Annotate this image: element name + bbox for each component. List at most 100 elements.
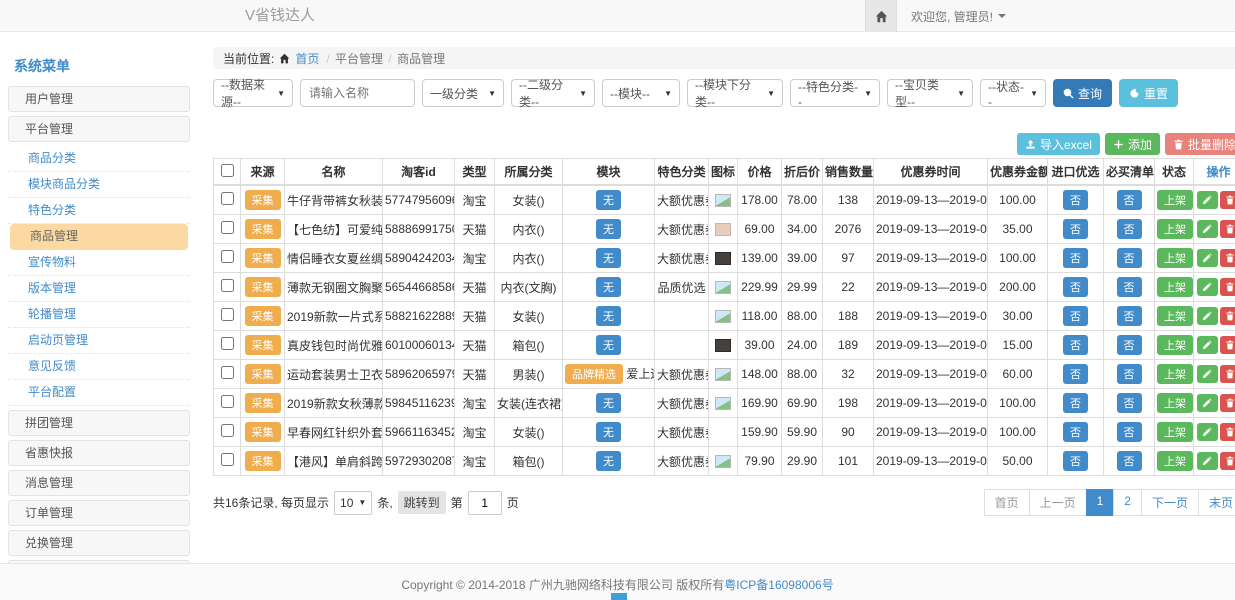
delete-button[interactable]: [1220, 423, 1235, 441]
status-toggle[interactable]: 上架: [1157, 364, 1193, 384]
must-buy-toggle[interactable]: 否: [1117, 422, 1142, 442]
row-checkbox[interactable]: [221, 424, 234, 437]
page-button[interactable]: 末页: [1198, 489, 1235, 516]
must-buy-toggle[interactable]: 否: [1117, 219, 1142, 239]
must-buy-toggle[interactable]: 否: [1117, 364, 1142, 384]
imported-toggle[interactable]: 否: [1063, 306, 1088, 326]
row-checkbox[interactable]: [221, 250, 234, 263]
delete-button[interactable]: [1220, 365, 1235, 383]
edit-button[interactable]: [1197, 220, 1218, 238]
edit-button[interactable]: [1197, 191, 1218, 209]
edit-button[interactable]: [1197, 423, 1218, 441]
page-number-input[interactable]: [468, 491, 502, 515]
row-checkbox[interactable]: [221, 453, 234, 466]
must-buy-toggle[interactable]: 否: [1117, 277, 1142, 297]
module-badge[interactable]: 无: [596, 451, 621, 471]
module-badge[interactable]: 品牌精选: [565, 364, 623, 384]
imported-toggle[interactable]: 否: [1063, 335, 1088, 355]
source-badge[interactable]: 采集: [245, 306, 281, 326]
must-buy-toggle[interactable]: 否: [1117, 451, 1142, 471]
module-badge[interactable]: 无: [596, 190, 621, 210]
sidebar-group[interactable]: 拼团管理: [8, 410, 190, 436]
source-badge[interactable]: 采集: [245, 393, 281, 413]
breadcrumb-home-link[interactable]: 首页: [295, 50, 319, 67]
must-buy-toggle[interactable]: 否: [1117, 190, 1142, 210]
status-toggle[interactable]: 上架: [1157, 335, 1193, 355]
imported-toggle[interactable]: 否: [1063, 248, 1088, 268]
imported-toggle[interactable]: 否: [1063, 219, 1088, 239]
delete-button[interactable]: [1220, 394, 1235, 412]
sidebar-item[interactable]: 商品分类: [8, 146, 190, 172]
page-button[interactable]: 上一页: [1029, 489, 1087, 516]
module-badge[interactable]: 无: [596, 306, 621, 326]
edit-button[interactable]: [1197, 394, 1218, 412]
source-badge[interactable]: 采集: [245, 364, 281, 384]
source-badge[interactable]: 采集: [245, 219, 281, 239]
page-button[interactable]: 下一页: [1141, 489, 1199, 516]
module-badge[interactable]: 无: [596, 422, 621, 442]
row-checkbox[interactable]: [221, 337, 234, 350]
module-badge[interactable]: 无: [596, 277, 621, 297]
delete-button[interactable]: [1220, 452, 1235, 470]
imported-toggle[interactable]: 否: [1063, 364, 1088, 384]
must-buy-toggle[interactable]: 否: [1117, 306, 1142, 326]
reset-button[interactable]: 重置: [1119, 79, 1178, 107]
page-button[interactable]: 1: [1086, 489, 1115, 516]
source-badge[interactable]: 采集: [245, 277, 281, 297]
data-source-select[interactable]: --数据来源--▼: [213, 79, 293, 107]
jump-button[interactable]: 跳转到: [398, 491, 446, 514]
imported-toggle[interactable]: 否: [1063, 422, 1088, 442]
delete-button[interactable]: [1220, 336, 1235, 354]
source-badge[interactable]: 采集: [245, 248, 281, 268]
level1-category-select[interactable]: 一级分类▼: [422, 79, 504, 107]
must-buy-toggle[interactable]: 否: [1117, 335, 1142, 355]
per-page-select[interactable]: 10 ▼: [334, 491, 372, 515]
must-buy-toggle[interactable]: 否: [1117, 248, 1142, 268]
module-subcategory-select[interactable]: --模块下分类--▼: [687, 79, 783, 107]
imported-toggle[interactable]: 否: [1063, 393, 1088, 413]
sidebar-item[interactable]: 宣传物料: [8, 250, 190, 276]
module-select[interactable]: --模块--▼: [602, 79, 680, 107]
sidebar-group[interactable]: 订单管理: [8, 500, 190, 526]
module-badge[interactable]: 无: [596, 335, 621, 355]
sidebar-item[interactable]: 意见反馈: [8, 354, 190, 380]
sidebar-group[interactable]: 省惠快报: [8, 440, 190, 466]
imported-toggle[interactable]: 否: [1063, 277, 1088, 297]
status-select[interactable]: --状态--▼: [980, 79, 1046, 107]
name-search-input[interactable]: [300, 79, 415, 107]
edit-button[interactable]: [1197, 249, 1218, 267]
status-toggle[interactable]: 上架: [1157, 248, 1193, 268]
module-badge[interactable]: 无: [596, 219, 621, 239]
icp-link[interactable]: 粤ICP备16098006号: [724, 578, 833, 592]
row-checkbox[interactable]: [221, 308, 234, 321]
source-badge[interactable]: 采集: [245, 190, 281, 210]
source-badge[interactable]: 采集: [245, 335, 281, 355]
sidebar-item[interactable]: 启动页管理: [8, 328, 190, 354]
user-menu[interactable]: 欢迎您, 管理员!: [897, 0, 1020, 32]
sidebar-group[interactable]: 用户管理: [8, 86, 190, 112]
imported-toggle[interactable]: 否: [1063, 451, 1088, 471]
status-toggle[interactable]: 上架: [1157, 451, 1193, 471]
module-badge[interactable]: 无: [596, 393, 621, 413]
sidebar-item[interactable]: 模块商品分类: [8, 172, 190, 198]
source-badge[interactable]: 采集: [245, 451, 281, 471]
status-toggle[interactable]: 上架: [1157, 219, 1193, 239]
edit-button[interactable]: [1197, 336, 1218, 354]
level2-category-select[interactable]: --二级分类--▼: [511, 79, 595, 107]
edit-button[interactable]: [1197, 452, 1218, 470]
sidebar-group[interactable]: 兑换管理: [8, 530, 190, 556]
home-button[interactable]: [865, 0, 897, 32]
edit-button[interactable]: [1197, 278, 1218, 296]
imported-toggle[interactable]: 否: [1063, 190, 1088, 210]
edit-button[interactable]: [1197, 365, 1218, 383]
item-type-select[interactable]: --宝贝类型--▼: [887, 79, 973, 107]
batch-delete-button[interactable]: 批量删除: [1165, 133, 1235, 155]
page-button[interactable]: 首页: [984, 489, 1030, 516]
status-toggle[interactable]: 上架: [1157, 422, 1193, 442]
must-buy-toggle[interactable]: 否: [1117, 393, 1142, 413]
sidebar-item[interactable]: 平台配置: [8, 380, 190, 406]
status-toggle[interactable]: 上架: [1157, 277, 1193, 297]
row-checkbox[interactable]: [221, 279, 234, 292]
sidebar-item[interactable]: 特色分类: [8, 198, 190, 224]
delete-button[interactable]: [1220, 249, 1235, 267]
